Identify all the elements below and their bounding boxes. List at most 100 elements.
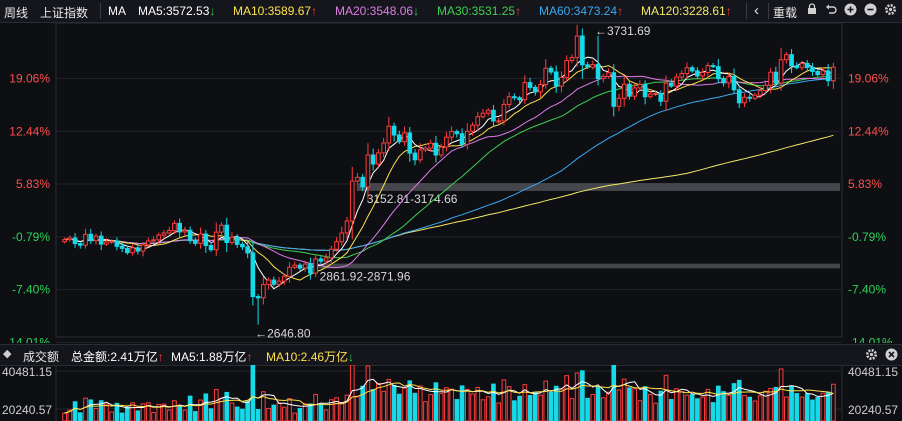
candle-body (449, 131, 454, 138)
y-tick-label-left: 19.06% (9, 71, 50, 85)
volume-bar (527, 395, 533, 421)
candle-body (789, 54, 794, 67)
vol-ma10-arrow: ↓ (348, 350, 355, 364)
index-name[interactable]: 上证指数 (40, 4, 88, 21)
y-tick-label-left: -7.40% (12, 283, 50, 297)
candle-body (642, 83, 648, 98)
volume-bar (799, 396, 805, 421)
volume-title[interactable]: 成交额 (23, 348, 59, 365)
volume-panel-header: ◆ 成交额 总金额:2.41万亿↑ MA5:1.88万亿↑ MA10:2.46万… (0, 344, 902, 366)
candle-body (538, 83, 543, 93)
volume-bar (512, 400, 517, 421)
volume-bar (281, 406, 287, 421)
candle-body (480, 112, 486, 118)
candle-body (213, 231, 219, 251)
candle-body (517, 97, 522, 101)
candle-body (224, 224, 230, 244)
volume-tick-right: 20240.57 (848, 403, 898, 417)
candle-body (553, 71, 559, 87)
candle-body (433, 142, 439, 156)
volume-bar (747, 396, 753, 421)
zoom-out-icon[interactable] (863, 3, 877, 17)
volume-bar (193, 411, 198, 421)
settings-icon[interactable] (883, 3, 897, 17)
candle-body (491, 109, 496, 122)
volume-bar (574, 372, 580, 421)
candle-body (763, 84, 768, 92)
zoom-in-icon[interactable] (843, 3, 857, 17)
volume-bar (376, 382, 381, 421)
candle-body (287, 266, 292, 277)
lock-icon[interactable] (805, 3, 819, 17)
volume-bar (559, 388, 564, 421)
candle-body (166, 230, 172, 234)
volume-bar (203, 393, 209, 421)
volume-bar (616, 389, 622, 421)
candle-body (281, 275, 287, 282)
volume-bar (151, 412, 156, 421)
candle-body (475, 116, 481, 126)
volume-bar (276, 402, 282, 421)
candle-body (783, 54, 789, 61)
volume-bar (166, 409, 172, 421)
separator (100, 3, 101, 19)
volume-chart[interactable]: 40481.15 20240.57 40481.15 20240.57 (0, 365, 902, 421)
vol-ma5: MA5:1.88万亿↑ (171, 348, 252, 365)
candle-body (527, 82, 533, 88)
total-amount-arrow: ↑ (157, 350, 164, 364)
volume-bar (423, 401, 428, 421)
period-label[interactable]: 周线 (4, 4, 28, 21)
ma5-value: MA5:3572.53 (138, 4, 210, 18)
y-tick-label-right: -7.40% (848, 283, 886, 297)
candle-body (799, 62, 805, 69)
candle-body (250, 252, 256, 298)
candle-body (151, 239, 156, 242)
chevron-left-icon[interactable]: ‹ (754, 2, 759, 19)
candle-body (736, 89, 742, 104)
candle-body (731, 75, 737, 91)
volume-bar (804, 393, 810, 421)
volume-bar (109, 411, 115, 421)
candle-body (512, 96, 517, 99)
volume-bar (778, 368, 784, 421)
candle-body (109, 240, 115, 243)
volume-bar (831, 383, 836, 421)
volume-bar (825, 391, 831, 421)
volume-bar (752, 400, 758, 421)
volume-bar (88, 399, 94, 421)
volume-bar (538, 394, 543, 421)
candlestick-chart[interactable]: 19.06% 19.06% 12.44% 12.44% 5.83% 5.83% -0.79%… (0, 23, 902, 343)
volume-bar (83, 397, 88, 421)
ma60-value: MA60:3473.24 (539, 4, 618, 18)
candle-body (695, 70, 700, 77)
candle-body (496, 120, 502, 123)
candle-body (156, 234, 162, 241)
expand-icon[interactable]: ◆ (3, 347, 11, 360)
band-label: 2861.92-2871.96 (320, 269, 411, 283)
candle-body (140, 244, 146, 252)
candle-body (428, 142, 434, 149)
reset-button[interactable]: 重载 (773, 4, 797, 21)
candle-body (721, 78, 726, 84)
volume-bar (292, 412, 298, 421)
ma120-value: MA120:3228.61 (641, 4, 726, 18)
volume-bar (313, 393, 318, 421)
candle-body (349, 180, 355, 222)
candle-body (574, 35, 580, 59)
candle-body (292, 264, 298, 268)
indicator-name[interactable]: MA (108, 4, 126, 18)
candle-body (261, 284, 266, 299)
volume-bar (517, 395, 522, 421)
close-icon[interactable] (884, 348, 898, 362)
volume-bar (62, 412, 67, 421)
volume-bar (501, 379, 507, 421)
undo-icon[interactable] (824, 3, 838, 17)
volume-bar (810, 399, 815, 421)
volume-bar (428, 394, 434, 421)
candle-body (757, 90, 763, 96)
settings-icon[interactable] (864, 348, 878, 362)
y-tick-label-left: -14.01% (5, 335, 50, 343)
volume-bar (407, 380, 413, 421)
total-amount: 总金额:2.41万亿↑ (71, 348, 164, 365)
volume-bar (72, 401, 78, 421)
